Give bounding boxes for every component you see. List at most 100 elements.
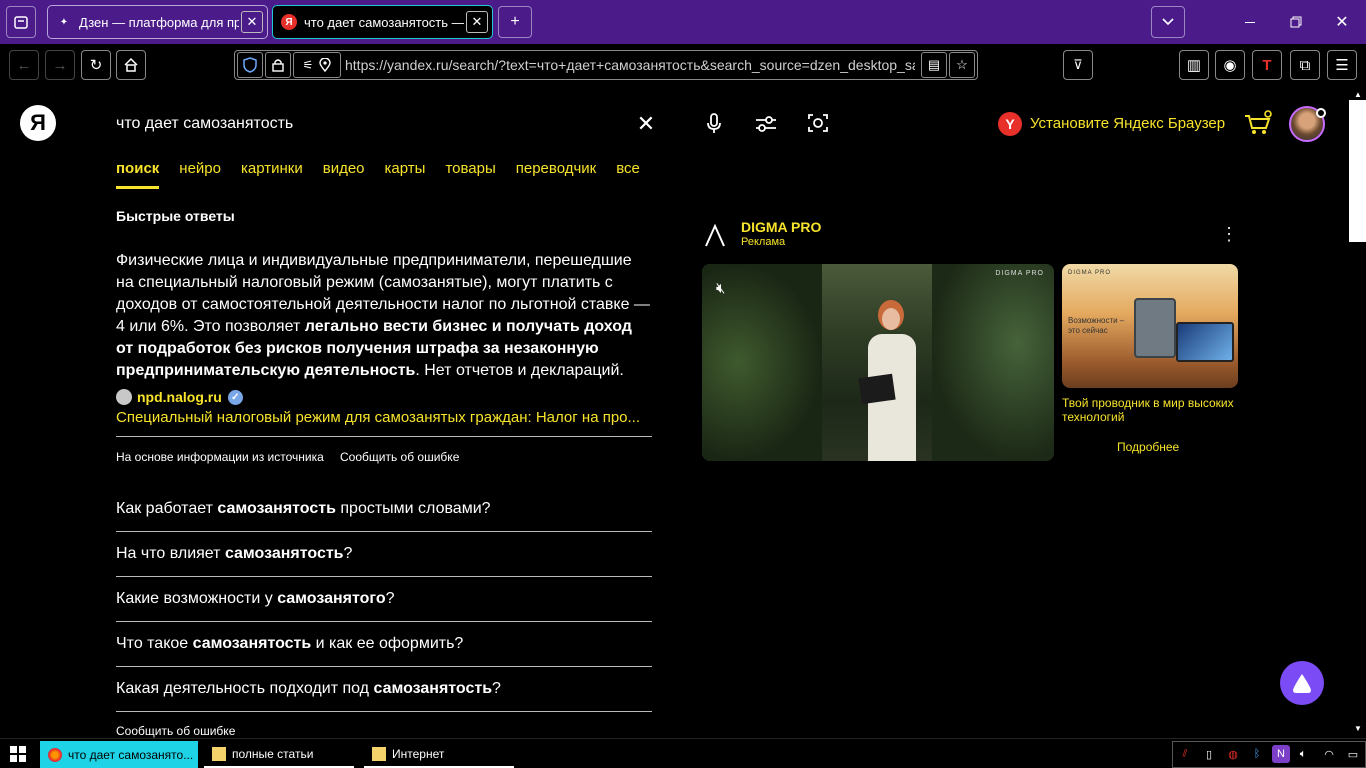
- windows-start-icon[interactable]: [10, 746, 26, 767]
- url-text[interactable]: https://yandex.ru/search/?text=что+дает+…: [345, 57, 915, 73]
- close-window-button[interactable]: ✕: [1319, 0, 1365, 44]
- faq-bold: самозанятость: [373, 680, 493, 697]
- faq-text: Какие возможности у: [116, 590, 278, 607]
- folder-icon: [372, 746, 386, 761]
- close-tab-icon[interactable]: ✕: [466, 11, 488, 33]
- clear-search-icon[interactable]: ✕: [636, 111, 656, 136]
- tab-all[interactable]: все: [616, 160, 640, 177]
- tab-search[interactable]: Я что дает самозанятость — Ян ✕: [272, 5, 493, 39]
- tab-images[interactable]: картинки: [241, 160, 303, 177]
- video-watermark: DIGMA PRO: [995, 270, 1044, 277]
- taskbar-item-browser[interactable]: что дает самозанято...: [40, 741, 198, 768]
- bluetooth-icon[interactable]: ᛒ: [1248, 745, 1266, 763]
- source-domain[interactable]: npd.nalog.ru: [137, 389, 222, 405]
- back-button[interactable]: ←: [9, 50, 39, 80]
- avatar-badge-icon: [1316, 108, 1326, 118]
- tray-red-app-icon[interactable]: ◍: [1224, 745, 1242, 763]
- yandex-browser-icon[interactable]: Y: [998, 112, 1022, 136]
- tab-neuro[interactable]: нейро: [179, 160, 221, 177]
- notifications-icon[interactable]: ▭: [1344, 745, 1362, 763]
- site-info-button[interactable]: [265, 52, 291, 78]
- mute-icon[interactable]: 🔇︎: [716, 280, 725, 297]
- folder-icon: [212, 746, 226, 761]
- new-tab-button[interactable]: +: [498, 6, 532, 38]
- ad-text-link[interactable]: Твой проводник в мир высоких технологий: [1062, 396, 1238, 424]
- taskbar-label: что дает самозанято...: [68, 747, 194, 762]
- os-taskbar: что дает самозанято... полные статьи Инт…: [0, 738, 1366, 768]
- search-input[interactable]: что дает самозанятость: [116, 115, 293, 133]
- minimize-button[interactable]: [1227, 0, 1273, 44]
- reader-view-button[interactable]: ▤: [921, 52, 947, 78]
- arrow-left-icon: ←: [16, 56, 32, 74]
- cart-icon[interactable]: [1244, 110, 1274, 136]
- yandex-logo[interactable]: Я: [20, 105, 56, 141]
- arrow-right-icon: →: [52, 56, 68, 74]
- sidebar-button[interactable]: ▥: [1179, 50, 1209, 80]
- tab-video[interactable]: видео: [323, 160, 365, 177]
- ad-more-link[interactable]: Подробнее: [1117, 440, 1179, 454]
- chevron-down-icon: [1162, 18, 1174, 26]
- based-on-link[interactable]: На основе информации из источника: [116, 450, 324, 464]
- account-button[interactable]: ◉: [1215, 50, 1245, 80]
- extension-t-button[interactable]: T: [1252, 50, 1282, 80]
- faq-item[interactable]: Какие возможности у самозанятого?: [116, 590, 395, 608]
- scroll-up-icon[interactable]: ▲: [1354, 90, 1362, 99]
- extensions-button[interactable]: ⧉: [1290, 50, 1320, 80]
- ad-video[interactable]: 🔇︎ DIGMA PRO: [702, 264, 1054, 461]
- tab-products[interactable]: товары: [445, 160, 495, 177]
- taskbar-item-folder-1[interactable]: полные статьи: [204, 741, 354, 768]
- person-face: [882, 308, 900, 330]
- volume-icon[interactable]: 🔈︎: [1294, 745, 1312, 763]
- install-browser-link[interactable]: Установите Яндекс Браузер: [1030, 115, 1225, 132]
- alice-icon: [1293, 674, 1311, 693]
- usb-icon[interactable]: ▯: [1200, 745, 1218, 763]
- faq-report-error-link[interactable]: Сообщить об ошибке: [116, 724, 235, 738]
- pocket-button[interactable]: ⊽: [1063, 50, 1093, 80]
- source-title-link[interactable]: Специальный налоговый режим для самозаня…: [116, 409, 646, 426]
- answer-source[interactable]: npd.nalog.ru ✓: [116, 389, 243, 405]
- menu-button[interactable]: ☰: [1327, 50, 1357, 80]
- bookmark-button[interactable]: ☆: [949, 52, 975, 78]
- report-error-link[interactable]: Сообщить об ошибке: [340, 450, 459, 464]
- ad-brand[interactable]: DIGMA PRO: [741, 219, 821, 235]
- microphone-icon[interactable]: [704, 112, 724, 136]
- scrollbar-thumb[interactable]: [1349, 100, 1366, 242]
- camera-search-icon[interactable]: [807, 112, 829, 134]
- close-tab-icon[interactable]: ✕: [241, 11, 263, 33]
- tablet-front: [1176, 322, 1234, 362]
- tab-title: Дзен — платформа для прос: [79, 14, 239, 30]
- tracking-protection-button[interactable]: [237, 52, 263, 78]
- faq-item[interactable]: Какая деятельность подходит под самозаня…: [116, 680, 501, 698]
- tab-list-button[interactable]: [1151, 6, 1185, 38]
- home-icon: [124, 57, 138, 72]
- tab-overview-button[interactable]: [6, 6, 36, 38]
- tab-dzen[interactable]: ✦ Дзен — платформа для прос ✕: [47, 5, 268, 39]
- tab-translator[interactable]: переводчик: [516, 160, 596, 177]
- taskbar-item-folder-2[interactable]: Интернет: [364, 741, 514, 768]
- home-button[interactable]: [116, 50, 146, 80]
- scroll-down-icon[interactable]: ▼: [1354, 724, 1362, 733]
- filters-icon[interactable]: [755, 114, 777, 134]
- search-tabs: поиск нейро картинки видео карты товары …: [116, 160, 660, 177]
- reload-button[interactable]: ↻: [81, 50, 111, 80]
- faq-text: ?: [343, 545, 353, 562]
- more-vertical-icon[interactable]: ⋮: [1220, 224, 1238, 245]
- faq-text: ?: [492, 680, 501, 697]
- restore-button[interactable]: [1273, 0, 1319, 44]
- ad-banner[interactable]: DIGMA PRO Возможности – это сейчас: [1062, 264, 1238, 388]
- account-icon: ◉: [1223, 57, 1237, 74]
- faq-item[interactable]: На что влияет самозанятость?: [116, 545, 352, 563]
- permissions-button[interactable]: ⚟: [293, 52, 341, 78]
- quick-answers-title: Быстрые ответы: [116, 208, 235, 224]
- faq-item[interactable]: Как работает самозанятость простыми слов…: [116, 500, 491, 518]
- wifi-icon[interactable]: ◠: [1320, 745, 1338, 763]
- faq-item[interactable]: Что такое самозанятость и как ее оформит…: [116, 635, 463, 653]
- forward-button[interactable]: →: [45, 50, 75, 80]
- alice-assistant-button[interactable]: [1280, 661, 1324, 705]
- faq-bold: самозанятость: [217, 500, 336, 517]
- tray-purple-app-icon[interactable]: N: [1272, 745, 1290, 763]
- tray-app-icon[interactable]: ⫽: [1176, 745, 1194, 763]
- tab-search-web[interactable]: поиск: [116, 160, 159, 177]
- address-bar[interactable]: ⚟ https://yandex.ru/search/?text=что+дае…: [234, 50, 978, 80]
- tab-maps[interactable]: карты: [385, 160, 426, 177]
